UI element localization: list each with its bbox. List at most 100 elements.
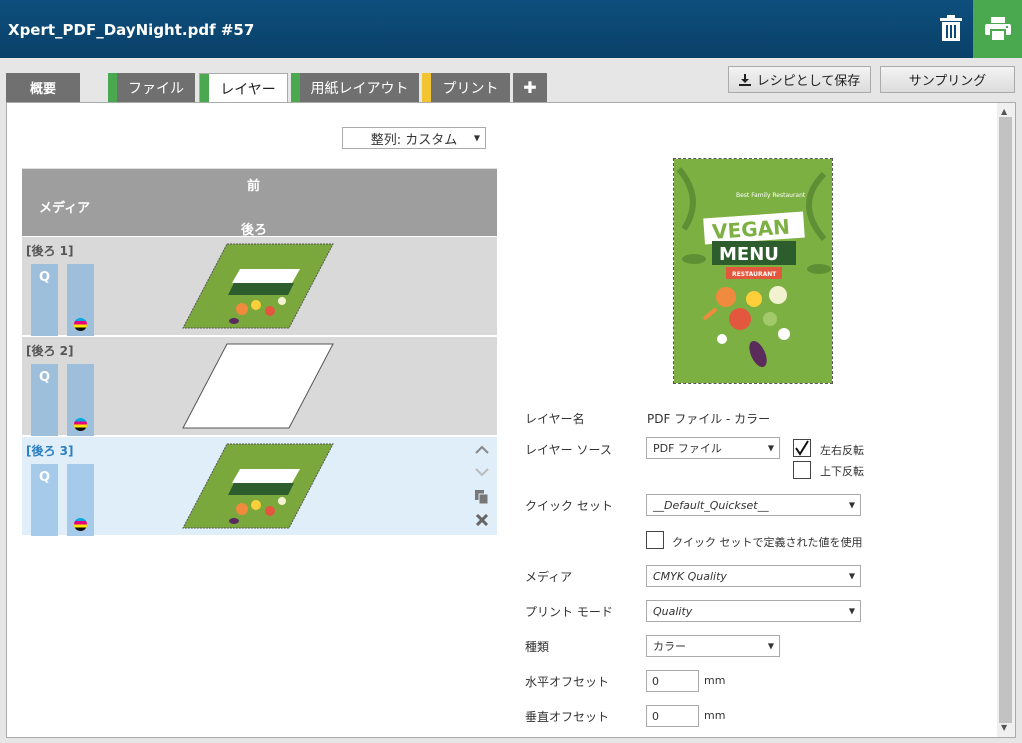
sampling-label: サンプリング	[908, 74, 987, 89]
tab-file[interactable]: ファイル	[108, 73, 195, 102]
tab-layer-label: レイヤー	[220, 81, 276, 98]
horizontal-offset-input[interactable]	[646, 670, 699, 692]
caret-down-icon: ▼	[848, 571, 855, 581]
print-button[interactable]	[973, 0, 1022, 58]
tab-layer-status	[200, 74, 209, 103]
use-quickset-checkbox[interactable]	[646, 531, 664, 549]
back-heading: 後ろ	[241, 223, 268, 238]
layer-source-select[interactable]: PDF ファイル ▼	[646, 437, 780, 459]
layer-thumbnail[interactable]	[182, 243, 334, 329]
scroll-down-icon[interactable]: ▼	[1001, 723, 1007, 732]
type-value: カラー	[653, 640, 686, 653]
tab-overview[interactable]: 概要	[6, 73, 80, 102]
print-mode-value: Quality	[653, 604, 693, 618]
quickset-value: __Default_Quickset__	[653, 498, 769, 512]
chevron-down-icon	[475, 467, 489, 476]
type-label: 種類	[525, 640, 550, 654]
cmyk-icon	[74, 318, 87, 331]
layer-row[interactable]: [後ろ 1] Q	[22, 237, 497, 336]
print-mode-label: プリント モード	[525, 605, 613, 619]
media-value: CMYK Quality	[653, 569, 727, 583]
layer-table-header: 前 メディア 後ろ	[22, 168, 497, 238]
vertical-offset-label: 垂直オフセット	[525, 710, 610, 724]
plus-icon: ✚	[523, 78, 537, 97]
color-bar	[67, 364, 94, 436]
quickset-bar[interactable]: Q	[31, 364, 58, 436]
sort-dropdown[interactable]: 整列: カスタム ▼	[342, 127, 486, 149]
layer-name-value: PDF ファイル - カラー	[647, 412, 771, 426]
copy-icon	[475, 490, 489, 504]
horizontal-offset-label: 水平オフセット	[525, 675, 610, 689]
printer-icon	[984, 17, 1011, 41]
save-recipe-label: レシピとして保存	[756, 74, 861, 89]
sampling-button[interactable]: サンプリング	[880, 66, 1015, 93]
quickset-q: Q	[38, 270, 51, 285]
vegan-menu-image: Best Family Restaurant VEGAN MENU RESTAU…	[674, 159, 832, 383]
duplicate-button[interactable]	[474, 489, 490, 505]
save-recipe-button[interactable]: レシピとして保存	[728, 66, 871, 93]
media-heading: メディア	[39, 201, 91, 216]
layer-name-label: レイヤー名	[525, 412, 585, 426]
layer-preview: Best Family Restaurant VEGAN MENU RESTAU…	[673, 158, 833, 384]
close-icon	[476, 514, 488, 526]
tab-print-label: プリント	[442, 80, 499, 97]
quickset-select[interactable]: __Default_Quickset__ ▼	[646, 494, 861, 516]
sort-value: 整列: カスタム	[370, 132, 458, 148]
tab-sheet-layout-label: 用紙レイアウト	[310, 80, 409, 97]
flip-horizontal-label: 左右反転	[820, 444, 864, 457]
color-bar	[67, 264, 94, 336]
type-select[interactable]: カラー ▼	[646, 635, 780, 657]
front-heading: 前	[247, 179, 261, 194]
chevron-up-icon	[475, 445, 489, 454]
layer-source-value: PDF ファイル	[653, 442, 722, 455]
tab-sheet-layout[interactable]: 用紙レイアウト	[291, 73, 419, 102]
tab-print[interactable]: プリント	[422, 73, 510, 102]
delete-layer-button[interactable]	[474, 512, 490, 528]
quickset-q: Q	[38, 370, 51, 385]
flip-vertical-label: 上下反転	[820, 465, 864, 478]
layer-thumbnail[interactable]	[182, 443, 334, 529]
download-icon	[738, 73, 751, 86]
quickset-bar[interactable]: Q	[31, 264, 58, 336]
color-bar	[67, 464, 94, 536]
layer-source-label: レイヤー ソース	[525, 443, 612, 457]
caret-down-icon: ▼	[767, 641, 774, 651]
move-down-button[interactable]	[474, 464, 490, 480]
move-up-button[interactable]	[474, 441, 490, 457]
layer-panel: 整列: カスタム ▼ 前 メディア 後ろ [後ろ 1] Q [後ろ 2] Q […	[6, 102, 1016, 738]
caret-down-icon: ▼	[473, 133, 480, 143]
tab-layer[interactable]: レイヤー	[199, 73, 288, 103]
layer-label: [後ろ 1]	[26, 244, 74, 258]
add-tab-button[interactable]: ✚	[513, 73, 547, 102]
delete-button[interactable]	[935, 10, 967, 46]
media-select[interactable]: CMYK Quality ▼	[646, 565, 861, 587]
flip-vertical-checkbox[interactable]	[793, 461, 811, 479]
cmyk-icon	[74, 418, 87, 431]
tab-print-status	[422, 73, 431, 102]
tab-file-label: ファイル	[128, 80, 184, 97]
flip-horizontal-checkbox[interactable]	[793, 439, 811, 457]
quickset-bar[interactable]: Q	[31, 464, 58, 536]
vertical-offset-unit: mm	[704, 709, 726, 722]
cmyk-icon	[74, 518, 87, 531]
caret-down-icon: ▼	[848, 500, 855, 510]
layer-label: [後ろ 2]	[26, 344, 74, 358]
trash-icon	[940, 15, 962, 41]
layer-thumbnail[interactable]	[182, 343, 334, 429]
caret-down-icon: ▼	[848, 606, 855, 616]
title-bar: Xpert_PDF_DayNight.pdf #57	[0, 0, 1022, 58]
tab-overview-label: 概要	[29, 82, 56, 97]
tab-file-status	[108, 73, 117, 102]
layer-row-selected[interactable]: [後ろ 3] Q	[22, 437, 497, 536]
use-quickset-label: クイック セットで定義された値を使用	[672, 536, 863, 549]
layer-row[interactable]: [後ろ 2] Q	[22, 337, 497, 436]
vertical-offset-input[interactable]	[646, 705, 699, 727]
print-mode-select[interactable]: Quality ▼	[646, 600, 861, 622]
vertical-scrollbar[interactable]: ▲ ▼	[997, 103, 1015, 737]
scroll-up-icon[interactable]: ▲	[1001, 107, 1007, 116]
quickset-q: Q	[38, 470, 51, 485]
layer-label: [後ろ 3]	[26, 444, 74, 458]
preview-title-2: MENU	[719, 244, 779, 265]
scrollbar-thumb[interactable]	[999, 117, 1012, 723]
media-label: メディア	[525, 570, 573, 584]
